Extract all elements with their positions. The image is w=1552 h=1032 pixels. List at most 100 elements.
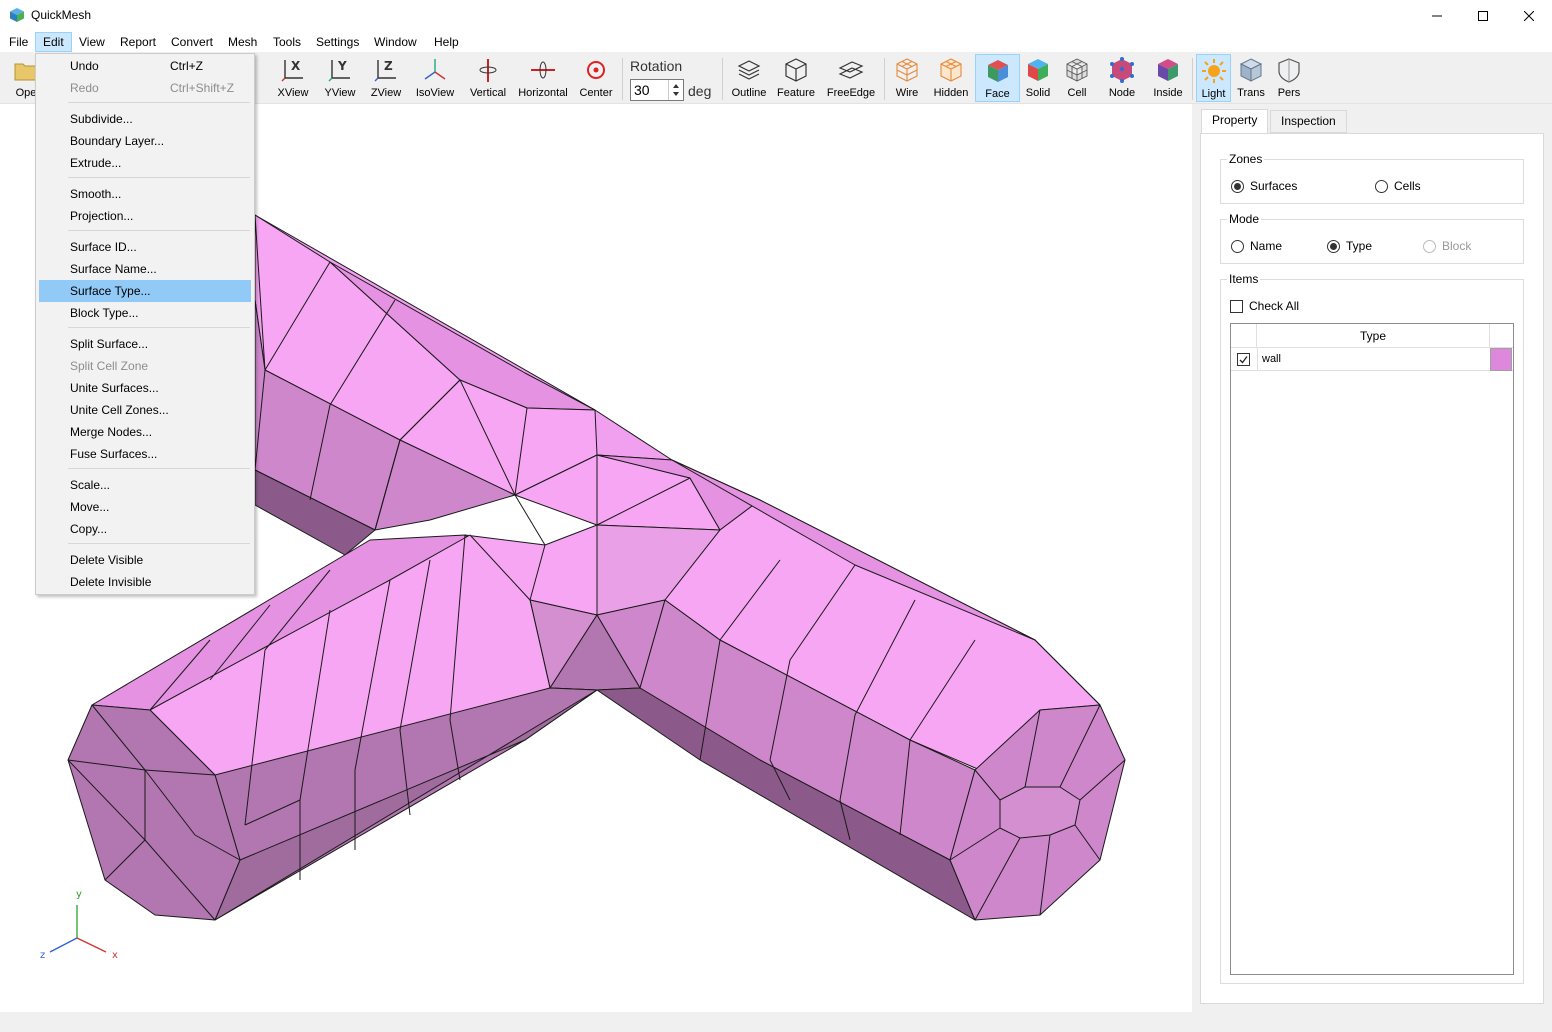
unite-surfaces-label: Unite Surfaces... [70, 381, 159, 395]
header-type: Type [1257, 324, 1490, 348]
menu-delete-visible[interactable]: Delete Visible [39, 549, 251, 571]
check-all-checkbox[interactable]: Check All [1230, 299, 1299, 313]
freeedge-label: FreeEdge [826, 87, 876, 99]
title-bar: QuickMesh [0, 0, 1552, 31]
trans-button[interactable]: Trans [1234, 54, 1268, 102]
menu-help[interactable]: Help [427, 32, 466, 52]
trans-label: Trans [1237, 87, 1265, 99]
extrude-label: Extrude... [70, 156, 122, 170]
menu-file[interactable]: File [2, 32, 35, 52]
radio-cells[interactable]: Cells [1375, 179, 1421, 193]
face-button[interactable]: Face [975, 54, 1020, 102]
radio-name[interactable]: Name [1231, 239, 1282, 253]
menu-copy[interactable]: Copy... [39, 518, 251, 540]
node-button[interactable]: Node [1104, 54, 1140, 102]
close-button[interactable] [1506, 0, 1552, 31]
menu-undo[interactable]: Undo Ctrl+Z [39, 55, 251, 77]
menu-boundary-layer[interactable]: Boundary Layer... [39, 130, 251, 152]
menu-report[interactable]: Report [113, 32, 163, 52]
yview-button[interactable]: Y YView [318, 54, 362, 102]
menu-fuse-surfaces[interactable]: Fuse Surfaces... [39, 443, 251, 465]
menu-separator [68, 468, 250, 469]
menu-edit[interactable]: Edit [35, 32, 72, 52]
header-check-cell [1231, 324, 1257, 348]
split-cell-zone-label: Split Cell Zone [70, 359, 149, 373]
xview-button[interactable]: X XView [272, 54, 314, 102]
menu-mesh[interactable]: Mesh [221, 32, 264, 52]
yview-label: YView [324, 87, 356, 99]
cell-separator [1257, 348, 1258, 371]
face-cube-icon [987, 60, 1008, 82]
minimize-button[interactable] [1414, 0, 1460, 31]
pers-button[interactable]: Pers [1272, 54, 1306, 102]
unite-cell-zones-label: Unite Cell Zones... [70, 403, 169, 417]
menu-projection[interactable]: Projection... [39, 205, 251, 227]
radio-type[interactable]: Type [1327, 239, 1372, 253]
toolbar-separator [1192, 58, 1193, 100]
menu-merge-nodes[interactable]: Merge Nodes... [39, 421, 251, 443]
menu-block-type[interactable]: Block Type... [39, 302, 251, 324]
horizontal-button[interactable]: Horizontal [516, 54, 570, 102]
menu-subdivide[interactable]: Subdivide... [39, 108, 251, 130]
freeedge-button[interactable]: FreeEdge [824, 54, 878, 102]
menu-smooth[interactable]: Smooth... [39, 183, 251, 205]
menu-unite-cell-zones[interactable]: Unite Cell Zones... [39, 399, 251, 421]
isoview-button[interactable]: IsoView [412, 54, 458, 102]
scale-label: Scale... [70, 478, 111, 492]
wire-button[interactable]: Wire [888, 54, 926, 102]
menu-surface-type[interactable]: Surface Type... [39, 280, 251, 302]
items-table: Type wall [1230, 323, 1514, 975]
radio-surfaces-label: Surfaces [1250, 179, 1298, 193]
menu-window[interactable]: Window [367, 32, 424, 52]
solid-button[interactable]: Solid [1022, 54, 1054, 102]
row-color-swatch[interactable] [1490, 348, 1512, 371]
pers-label: Pers [1277, 87, 1301, 99]
undo-label: Undo [70, 59, 99, 73]
menu-tools[interactable]: Tools [266, 32, 308, 52]
tab-property[interactable]: Property [1201, 109, 1269, 134]
light-button[interactable]: Light [1196, 54, 1231, 102]
menu-view[interactable]: View [72, 32, 112, 52]
delete-invisible-label: Delete Invisible [70, 575, 152, 589]
outline-button[interactable]: Outline [728, 54, 770, 102]
axis-x-label: x [112, 950, 118, 961]
table-row[interactable]: wall [1231, 348, 1513, 371]
zview-button[interactable]: Z ZView [366, 54, 406, 102]
menu-delete-invisible[interactable]: Delete Invisible [39, 571, 251, 593]
center-button[interactable]: Center [576, 54, 616, 102]
menu-scale[interactable]: Scale... [39, 474, 251, 496]
row-checkbox[interactable] [1237, 353, 1250, 366]
menu-surface-name[interactable]: Surface Name... [39, 258, 251, 280]
menu-unite-surfaces[interactable]: Unite Surfaces... [39, 377, 251, 399]
rotation-spinner[interactable] [668, 80, 683, 100]
hidden-button[interactable]: Hidden [930, 54, 972, 102]
cell-button[interactable]: Cell [1060, 54, 1094, 102]
menu-surface-id[interactable]: Surface ID... [39, 236, 251, 258]
inside-button[interactable]: Inside [1148, 54, 1188, 102]
maximize-button[interactable] [1460, 0, 1506, 31]
rotation-label: Rotation [630, 58, 683, 74]
feature-button[interactable]: Feature [774, 54, 818, 102]
toolbar-separator [622, 58, 623, 100]
vertical-label: Vertical [469, 87, 507, 99]
menu-separator [68, 327, 250, 328]
menu-convert[interactable]: Convert [164, 32, 220, 52]
menu-redo: Redo Ctrl+Shift+Z [39, 77, 251, 99]
outline-layers-icon [737, 60, 761, 80]
menu-extrude[interactable]: Extrude... [39, 152, 251, 174]
radio-surfaces[interactable]: Surfaces [1231, 179, 1297, 193]
redo-shortcut: Ctrl+Shift+Z [170, 81, 235, 95]
free-edge-icon [838, 61, 864, 79]
menu-split-surface[interactable]: Split Surface... [39, 333, 251, 355]
tab-inspection[interactable]: Inspection [1270, 110, 1347, 133]
vertical-button[interactable]: Vertical [466, 54, 510, 102]
menu-move[interactable]: Move... [39, 496, 251, 518]
light-sun-icon [1201, 59, 1226, 83]
horizontal-label: Horizontal [518, 87, 568, 99]
zview-label: ZView [370, 87, 402, 99]
property-panel: Property Inspection Zones Surfaces Cells… [1192, 104, 1552, 1012]
menu-settings[interactable]: Settings [309, 32, 366, 52]
x-axis-view-icon: X [281, 59, 303, 82]
center-label: Center [579, 87, 613, 99]
checkmark-icon [1239, 356, 1248, 364]
